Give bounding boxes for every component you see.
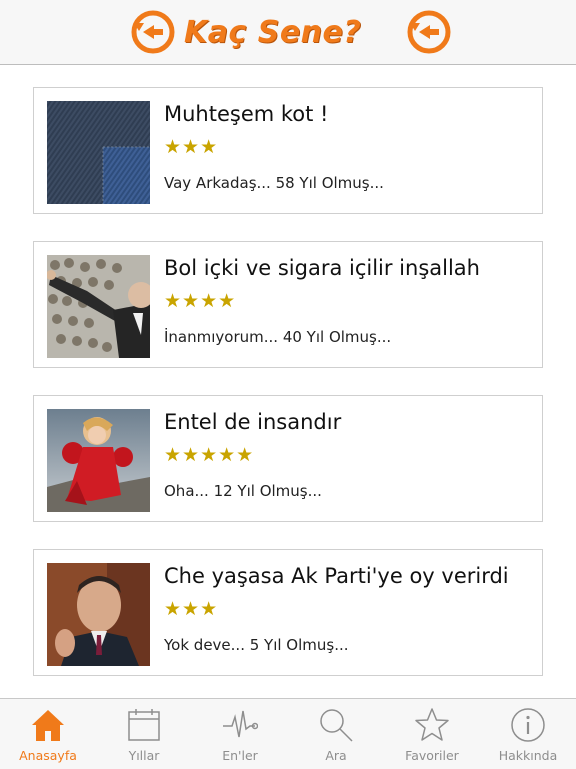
man-suit-thumbnail bbox=[47, 563, 150, 666]
tab-favoriler[interactable]: Favoriler bbox=[384, 699, 480, 769]
item-subtitle: İnanmıyorum... 40 Yıl Olmuş... bbox=[164, 328, 392, 346]
item-title: Entel de insandır bbox=[164, 410, 342, 434]
tab-label: Favoriler bbox=[405, 748, 459, 763]
star-icon bbox=[415, 708, 449, 741]
rating-stars: ★★★★ bbox=[164, 290, 237, 312]
tab-ara[interactable]: Ara bbox=[288, 699, 384, 769]
politician-crowd-thumbnail bbox=[47, 255, 150, 358]
tab-bar: Anasayfa Yıllar En'ler Ara Favoriler Hak… bbox=[0, 698, 576, 769]
rating-stars: ★★★★★ bbox=[164, 444, 255, 466]
rewind-clock-icon bbox=[407, 10, 451, 54]
item-title: Muhteşem kot ! bbox=[164, 102, 329, 126]
tab-anasayfa[interactable]: Anasayfa bbox=[0, 699, 96, 769]
tab-label: En'ler bbox=[222, 748, 258, 763]
tab-label: Ara bbox=[325, 748, 347, 763]
tab-hakkinda[interactable]: Hakkında bbox=[480, 699, 576, 769]
app-header: Kaç Sene? bbox=[0, 0, 576, 65]
calendar-icon bbox=[128, 709, 160, 741]
home-icon bbox=[32, 710, 64, 741]
list-item[interactable]: Bol içki ve sigara içilir inşallah ★★★★ … bbox=[33, 241, 543, 368]
item-title: Che yaşasa Ak Parti'ye oy verirdi bbox=[164, 564, 509, 588]
tab-label: Hakkında bbox=[498, 748, 558, 763]
pulse-icon bbox=[223, 710, 258, 738]
item-subtitle: Vay Arkadaş... 58 Yıl Olmuş... bbox=[164, 174, 384, 192]
rewind-clock-icon bbox=[131, 10, 175, 54]
rating-stars: ★★★ bbox=[164, 598, 219, 620]
tab-label: Anasayfa bbox=[19, 748, 77, 763]
item-list[interactable]: Muhteşem kot ! ★★★ Vay Arkadaş... 58 Yıl… bbox=[0, 65, 576, 698]
item-subtitle: Oha... 12 Yıl Olmuş... bbox=[164, 482, 322, 500]
app-title: Kaç Sene? bbox=[184, 15, 362, 50]
list-item[interactable]: Entel de insandır ★★★★★ Oha... 12 Yıl Ol… bbox=[33, 395, 543, 522]
denim-thumbnail bbox=[47, 101, 150, 204]
item-title: Bol içki ve sigara içilir inşallah bbox=[164, 256, 480, 280]
rating-stars: ★★★ bbox=[164, 136, 219, 158]
tab-yillar[interactable]: Yıllar bbox=[96, 699, 192, 769]
woman-red-dress-thumbnail bbox=[47, 409, 150, 512]
list-item[interactable]: Che yaşasa Ak Parti'ye oy verirdi ★★★ Yo… bbox=[33, 549, 543, 676]
list-item[interactable]: Muhteşem kot ! ★★★ Vay Arkadaş... 58 Yıl… bbox=[33, 87, 543, 214]
app-logo: Kaç Sene? bbox=[130, 9, 452, 55]
search-icon bbox=[320, 709, 353, 742]
tab-enler[interactable]: En'ler bbox=[192, 699, 288, 769]
info-icon bbox=[511, 708, 545, 742]
item-subtitle: Yok deve... 5 Yıl Olmuş... bbox=[164, 636, 349, 654]
tab-label: Yıllar bbox=[128, 748, 160, 763]
